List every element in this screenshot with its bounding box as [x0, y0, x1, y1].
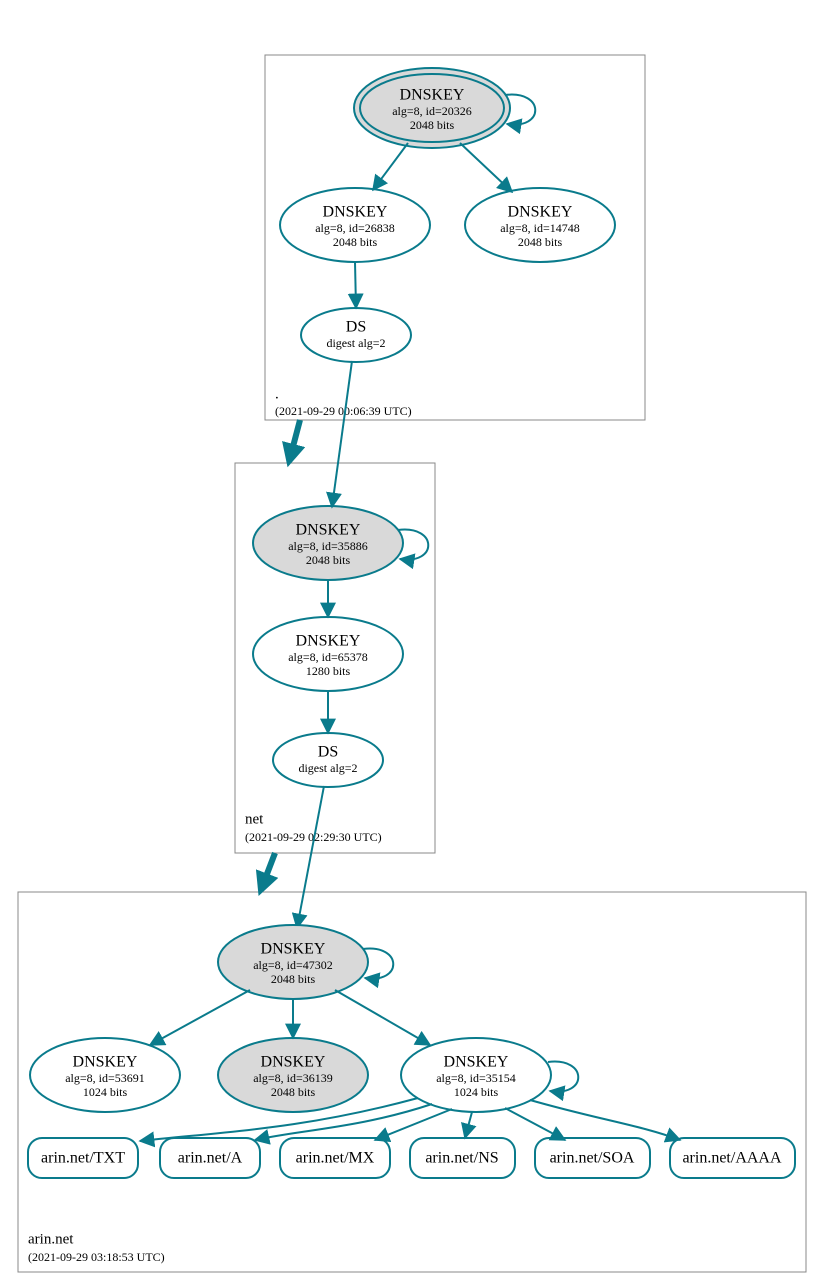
svg-text:alg=8, id=53691: alg=8, id=53691 — [65, 1071, 145, 1085]
edge-rootksk-other — [460, 143, 512, 192]
svg-text:DNSKEY: DNSKEY — [444, 1054, 509, 1071]
svg-text:DNSKEY: DNSKEY — [261, 941, 326, 958]
svg-text:DNSKEY: DNSKEY — [296, 633, 361, 650]
svg-text:alg=8, id=36139: alg=8, id=36139 — [253, 1071, 333, 1085]
rr-group: arin.net/TXT arin.net/A arin.net/MX arin… — [28, 1138, 795, 1178]
node-root-other: DNSKEY alg=8, id=14748 2048 bits — [465, 188, 615, 262]
node-arin-ksk: DNSKEY alg=8, id=47302 2048 bits — [218, 925, 368, 999]
svg-text:alg=8, id=14748: alg=8, id=14748 — [500, 221, 580, 235]
svg-text:2048 bits: 2048 bits — [333, 235, 378, 249]
svg-text:2048 bits: 2048 bits — [271, 972, 316, 986]
rr-txt: arin.net/TXT — [41, 1150, 125, 1167]
edge-rootksk-zsk — [373, 143, 408, 190]
edge-k3-soa — [505, 1108, 565, 1140]
node-net-ds: DS digest alg=2 — [273, 733, 383, 787]
svg-text:DS: DS — [318, 744, 338, 761]
rr-aaaa: arin.net/AAAA — [682, 1150, 782, 1167]
edge-rootzsk-ds — [355, 262, 356, 308]
edge-k3-ns — [465, 1112, 472, 1138]
node-arin-k3: DNSKEY alg=8, id=35154 1024 bits — [401, 1038, 551, 1112]
zone-arin-ts: (2021-09-29 03:18:53 UTC) — [28, 1250, 165, 1264]
svg-text:alg=8, id=20326: alg=8, id=20326 — [392, 104, 472, 118]
node-root-zsk: DNSKEY alg=8, id=26838 2048 bits — [280, 188, 430, 262]
zone-arin-name: arin.net — [28, 1231, 74, 1247]
node-net-zsk: DNSKEY alg=8, id=65378 1280 bits — [253, 617, 403, 691]
svg-text:alg=8, id=35154: alg=8, id=35154 — [436, 1071, 516, 1085]
node-root-ds: DS digest alg=2 — [301, 308, 411, 362]
zone-net-name: net — [245, 811, 264, 827]
svg-text:DNSKEY: DNSKEY — [261, 1054, 326, 1071]
svg-text:2048 bits: 2048 bits — [306, 553, 351, 567]
svg-text:DNSKEY: DNSKEY — [323, 204, 388, 221]
edge-netds-arinksk — [297, 786, 324, 928]
svg-text:1280 bits: 1280 bits — [306, 664, 351, 678]
edge-arinksk-k3 — [335, 990, 430, 1045]
svg-text:digest alg=2: digest alg=2 — [298, 761, 357, 775]
svg-text:DNSKEY: DNSKEY — [73, 1054, 138, 1071]
zone-root-name: . — [275, 386, 279, 402]
rr-soa: arin.net/SOA — [550, 1150, 635, 1167]
svg-text:digest alg=2: digest alg=2 — [326, 336, 385, 350]
svg-text:DNSKEY: DNSKEY — [296, 522, 361, 539]
edge-root-to-net-zone — [290, 420, 300, 458]
node-net-ksk: DNSKEY alg=8, id=35886 2048 bits — [253, 506, 403, 580]
node-arin-k1: DNSKEY alg=8, id=53691 1024 bits — [30, 1038, 180, 1112]
svg-text:DNSKEY: DNSKEY — [508, 204, 573, 221]
rr-mx: arin.net/MX — [296, 1150, 375, 1167]
svg-text:alg=8, id=35886: alg=8, id=35886 — [288, 539, 368, 553]
svg-text:DNSKEY: DNSKEY — [400, 87, 465, 104]
edge-rootds-netksk — [332, 361, 352, 507]
svg-text:1024 bits: 1024 bits — [454, 1085, 499, 1099]
svg-text:DS: DS — [346, 319, 366, 336]
rr-a: arin.net/A — [178, 1150, 243, 1167]
edge-net-to-arin-zone — [262, 853, 275, 887]
node-arin-k2: DNSKEY alg=8, id=36139 2048 bits — [218, 1038, 368, 1112]
dnssec-diagram: . (2021-09-29 00:06:39 UTC) DNSKEY alg=8… — [0, 0, 819, 1278]
rr-ns: arin.net/NS — [425, 1150, 498, 1167]
svg-text:alg=8, id=26838: alg=8, id=26838 — [315, 221, 395, 235]
svg-text:2048 bits: 2048 bits — [518, 235, 563, 249]
node-root-ksk: DNSKEY alg=8, id=20326 2048 bits — [354, 68, 510, 148]
zone-root-ts: (2021-09-29 00:06:39 UTC) — [275, 404, 412, 418]
svg-text:alg=8, id=47302: alg=8, id=47302 — [253, 958, 333, 972]
edge-k3-mx — [375, 1109, 452, 1140]
svg-text:alg=8, id=65378: alg=8, id=65378 — [288, 650, 368, 664]
edge-arinksk-k1 — [150, 990, 250, 1045]
edge-arin-k3-self — [548, 1062, 578, 1092]
svg-text:1024 bits: 1024 bits — [83, 1085, 128, 1099]
svg-text:2048 bits: 2048 bits — [271, 1085, 316, 1099]
svg-text:2048 bits: 2048 bits — [410, 118, 455, 132]
